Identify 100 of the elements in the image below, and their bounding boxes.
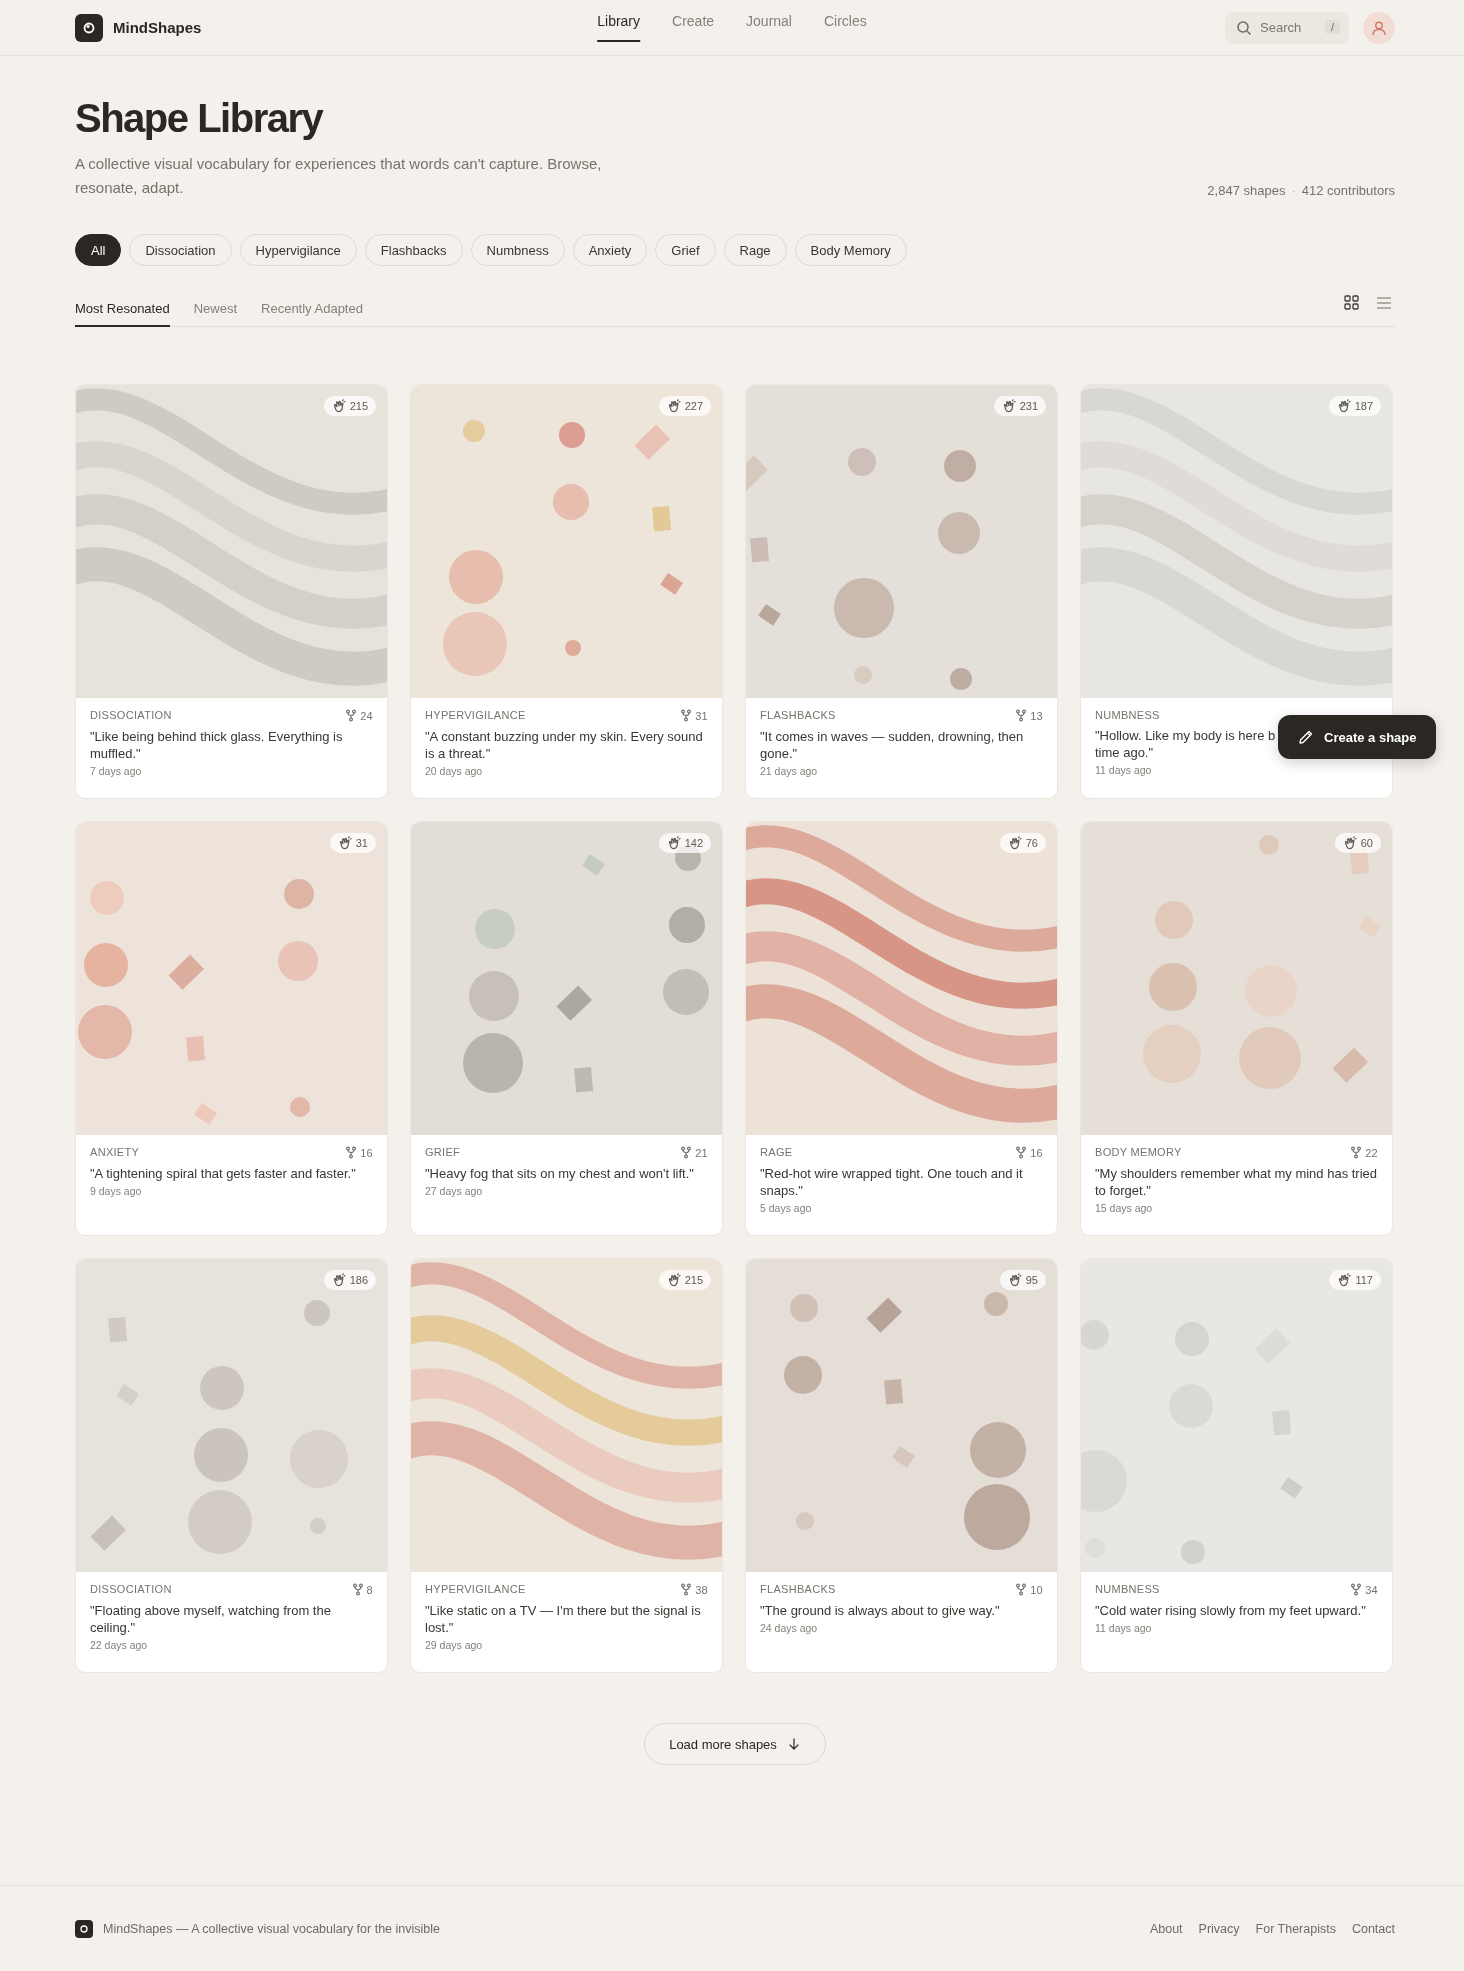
shape-quote: "Cold water rising slowly from my feet upward." <box>1095 1602 1367 1619</box>
shape-quote: "Hollow. Like my body is here b <box>1095 727 1276 744</box>
resonance-count: 215 <box>684 1274 703 1286</box>
clap-icon <box>666 1273 681 1287</box>
shape-card[interactable]: 31 ANXIETY 16 "A tightening spiral that gets faster and faster." 9 days ago <box>75 821 388 1236</box>
shape-card[interactable]: 142 GRIEF 21 "Heavy fog that sits on my chest and won't lift." 27 days ago <box>410 821 723 1236</box>
post-age: 22 days ago <box>90 1639 149 1651</box>
category-label: HYPERVIGILANCE <box>425 709 526 722</box>
filter-chip[interactable]: All <box>75 234 122 266</box>
adaptation-count: 16 <box>360 1146 373 1159</box>
category-label: DISSOCIATION <box>90 709 172 722</box>
shape-card[interactable]: 231 FLASHBACKS 13 "It comes in waves — sudden, drowning, then gone." 21 days ago <box>745 384 1058 799</box>
clap-icon <box>331 1273 346 1287</box>
brand-name[interactable]: MindShapes <box>113 19 202 36</box>
filter-chip[interactable]: Grief <box>655 234 716 266</box>
post-age: 21 days ago <box>760 765 819 777</box>
category-label: NUMBNESS <box>1095 709 1160 721</box>
pencil-icon <box>1298 729 1314 745</box>
post-age: 24 days ago <box>760 1622 819 1634</box>
post-age: 15 days ago <box>1095 1202 1154 1214</box>
shape-card[interactable]: 117 NUMBNESS 34 "Cold water rising slowly from my feet upward." 11 days ago <box>1080 1258 1393 1673</box>
fork-icon <box>680 1583 693 1596</box>
adaptation-count: 24 <box>360 709 373 722</box>
category-label: GRIEF <box>425 1146 461 1159</box>
fork-icon <box>345 709 358 722</box>
resonance-count: 215 <box>349 400 368 412</box>
resonance-count: 186 <box>349 1274 368 1286</box>
nav-tab[interactable]: Library <box>597 0 641 42</box>
fork-icon <box>1350 1146 1363 1159</box>
nav-tab[interactable]: Create <box>672 0 715 42</box>
grid-icon <box>1344 295 1360 311</box>
adaptation-count: 13 <box>1030 709 1043 722</box>
profile-button[interactable] <box>1363 11 1395 44</box>
clap-icon <box>1007 1273 1022 1287</box>
shape-card[interactable]: 215 HYPERVIGILANCE 38 "Like static on a TV — I'm there but the signal is lost." 29 days ago <box>410 1258 723 1673</box>
post-age: 20 days ago <box>425 765 484 777</box>
shape-card[interactable]: 76 RAGE 16 "Red-hot wire wrapped tight. One touch and it snaps." 5 days ago <box>745 821 1058 1236</box>
footer-link[interactable]: Contact <box>1351 1921 1395 1936</box>
page-subtitle: A collective visual vocabulary for experiences that words can't capture. Browse, resonate, adapt. <box>75 154 603 198</box>
clap-icon <box>666 836 681 850</box>
filter-chip[interactable]: Hypervigilance <box>239 234 357 266</box>
filter-chip[interactable]: Flashbacks <box>364 234 463 266</box>
nav-tab[interactable]: Circles <box>824 0 867 42</box>
post-age: 5 days ago <box>760 1202 813 1214</box>
user-icon <box>1371 19 1387 36</box>
post-age: 11 days ago <box>1095 1622 1153 1634</box>
nav-tab[interactable]: Journal <box>746 0 792 42</box>
fork-icon <box>1015 1583 1028 1596</box>
separator-dot: · <box>1291 183 1296 198</box>
logo-icon <box>75 13 103 42</box>
shape-card[interactable]: 186 DISSOCIATION 8 "Floating above myself, watching from the ceiling." 22 days ago <box>75 1258 388 1673</box>
clap-icon <box>1337 1273 1352 1287</box>
footer-link[interactable]: About <box>1149 1921 1183 1936</box>
category-label: DISSOCIATION <box>90 1583 172 1596</box>
clap-icon <box>337 836 352 850</box>
shape-card[interactable]: 215 DISSOCIATION 24 "Like being behind thick glass. Everything is muffled." 7 days ago <box>75 384 388 799</box>
adaptation-count: 21 <box>695 1146 708 1159</box>
filter-chip[interactable]: Dissociation <box>129 234 232 266</box>
adaptation-count: 8 <box>366 1583 373 1596</box>
category-label: FLASHBACKS <box>760 709 836 722</box>
filter-chip[interactable]: Anxiety <box>572 234 648 266</box>
sort-tab[interactable]: Newest <box>193 301 238 327</box>
shape-card[interactable]: 95 FLASHBACKS 10 "The ground is always about to give way." 24 days ago <box>745 1258 1058 1673</box>
fork-icon <box>1015 709 1028 722</box>
adaptation-count: 22 <box>1365 1146 1378 1159</box>
adaptation-count: 16 <box>1030 1146 1043 1159</box>
footer-link[interactable]: For Therapists <box>1255 1921 1336 1936</box>
post-age: 7 days ago <box>90 765 143 777</box>
shape-quote: "Heavy fog that sits on my chest and won't lift." <box>425 1165 695 1182</box>
category-label: NUMBNESS <box>1095 1583 1160 1596</box>
filter-chip[interactable]: Rage <box>723 234 787 266</box>
post-age: 9 days ago <box>90 1185 143 1197</box>
sort-tab[interactable]: Recently Adapted <box>261 301 363 327</box>
resonance-count: 95 <box>1025 1274 1038 1286</box>
filter-chip[interactable]: Body Memory <box>794 234 907 266</box>
clap-icon <box>1342 836 1357 850</box>
sort-tab[interactable]: Most Resonated <box>75 301 170 327</box>
resonance-count: 142 <box>684 837 703 849</box>
filter-chip[interactable]: Numbness <box>470 234 565 266</box>
load-more-button[interactable]: Load more shapes <box>644 1723 826 1765</box>
search-icon <box>1236 19 1252 36</box>
fork-icon <box>351 1583 364 1596</box>
shape-quote: "Floating above myself, watching from the ceiling." <box>90 1602 332 1636</box>
shape-quote: "The ground is always about to give way." <box>760 1602 1001 1619</box>
fork-icon <box>1015 1146 1028 1159</box>
create-shape-button[interactable]: Create a shape <box>1278 715 1436 759</box>
fork-icon <box>345 1146 358 1159</box>
category-label: HYPERVIGILANCE <box>425 1583 526 1596</box>
fork-icon <box>680 1146 693 1159</box>
category-label: BODY MEMORY <box>1095 1146 1182 1159</box>
post-age: 27 days ago <box>425 1185 484 1197</box>
shape-quote: time ago." <box>1095 744 1154 761</box>
resonance-count: 187 <box>1354 400 1373 412</box>
logo-icon <box>75 1919 93 1938</box>
shape-card[interactable]: 60 BODY MEMORY 22 "My shoulders remember what my mind has tried to forget." 15 days ago <box>1080 821 1393 1236</box>
clap-icon <box>1001 399 1016 413</box>
footer-link[interactable]: Privacy <box>1198 1921 1240 1936</box>
category-label: ANXIETY <box>90 1146 140 1159</box>
adaptation-count: 10 <box>1030 1583 1043 1596</box>
shape-card[interactable]: 227 HYPERVIGILANCE 31 "A constant buzzing under my skin. Every sound is a threat." 20 days ago <box>410 384 723 799</box>
